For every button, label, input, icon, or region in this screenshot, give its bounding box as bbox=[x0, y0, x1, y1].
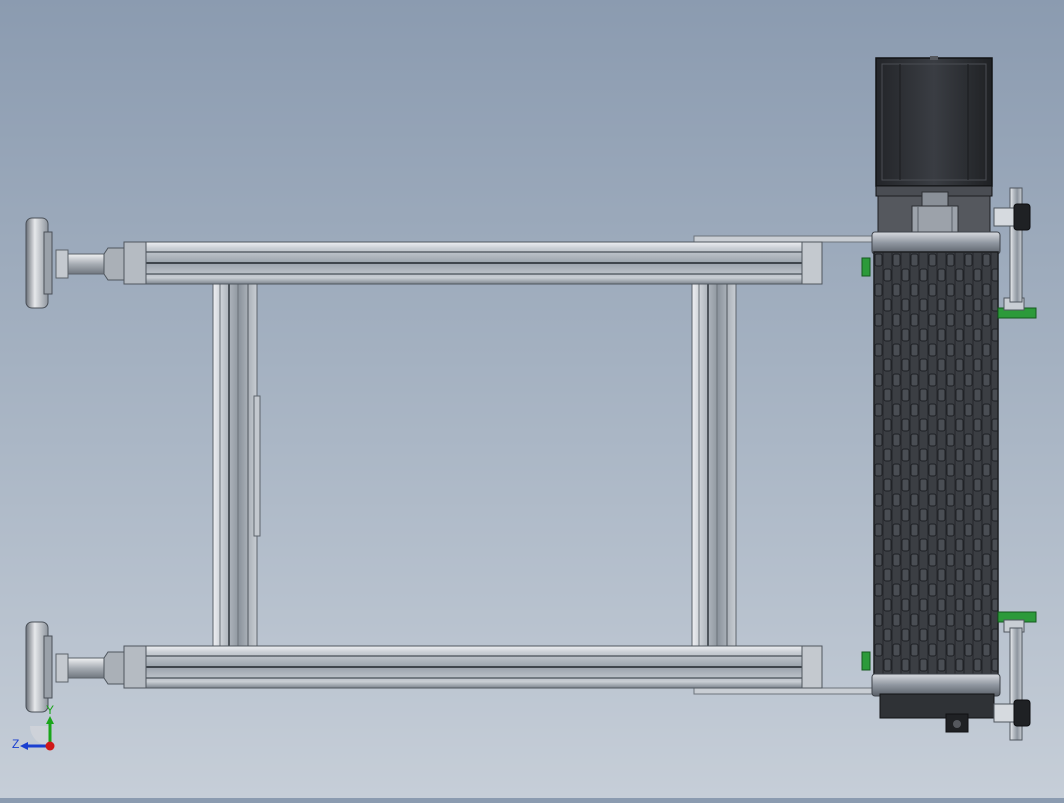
triad-y-label: Y bbox=[46, 703, 54, 717]
conveyor-belt-roller bbox=[871, 231, 1001, 733]
bottom-rail bbox=[123, 645, 875, 695]
right-crossbar bbox=[691, 283, 737, 647]
x-axis-origin bbox=[45, 741, 55, 751]
cad-drawing: Y Z bbox=[12, 56, 1037, 751]
drive-motor bbox=[875, 56, 993, 233]
leveling-foot-bottom bbox=[25, 621, 125, 713]
cad-viewport[interactable]: Y Z bbox=[0, 0, 1064, 798]
triad-z-label: Z bbox=[12, 737, 19, 751]
top-rail bbox=[123, 235, 875, 285]
leveling-foot-top bbox=[25, 217, 125, 309]
left-crossbar bbox=[212, 283, 261, 647]
